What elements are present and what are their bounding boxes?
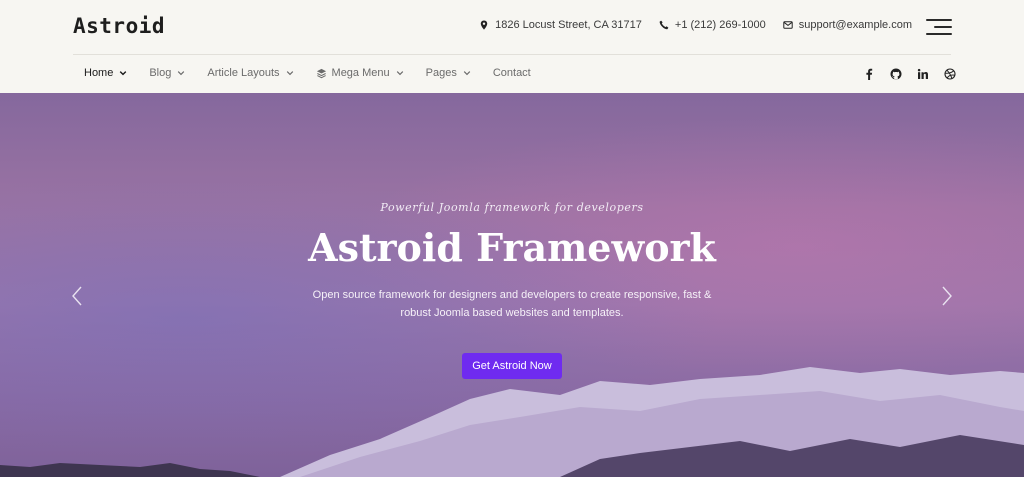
previous-slide-arrow-icon[interactable] bbox=[70, 285, 84, 307]
nav-item-label: Contact bbox=[492, 67, 531, 79]
hero-slider: Powerful Joomla framework for developers… bbox=[0, 93, 1024, 477]
chevron-down-icon bbox=[463, 71, 471, 76]
nav-item-pages[interactable]: Pages bbox=[426, 67, 471, 79]
nav-item-label: Mega Menu bbox=[331, 67, 390, 79]
contact-info: 1826 Locust Street, CA 31717 +1 (212) 26… bbox=[479, 19, 912, 31]
nav-item-home[interactable]: Home bbox=[84, 67, 127, 79]
chevron-down-icon bbox=[178, 71, 185, 76]
email-text[interactable]: support@example.com bbox=[799, 19, 912, 31]
main-navbar: Home Blog Article Layouts Mega Menu Page… bbox=[0, 55, 1024, 93]
linkedin-icon[interactable] bbox=[916, 67, 930, 81]
nav-item-mega-menu[interactable]: Mega Menu bbox=[316, 67, 404, 79]
facebook-icon[interactable] bbox=[862, 67, 876, 81]
email-item[interactable]: support@example.com bbox=[783, 19, 912, 31]
nav-item-article-layouts[interactable]: Article Layouts bbox=[207, 67, 293, 79]
social-links bbox=[862, 67, 957, 81]
address-item: 1826 Locust Street, CA 31717 bbox=[479, 19, 642, 31]
hero-title: Astroid Framework bbox=[308, 225, 716, 270]
top-header: Astroid 1826 Locust Street, CA 31717 +1 … bbox=[0, 0, 1024, 55]
dribbble-icon[interactable] bbox=[943, 67, 957, 81]
nav-item-blog[interactable]: Blog bbox=[149, 67, 185, 79]
nav-item-label: Pages bbox=[425, 67, 457, 79]
github-icon[interactable] bbox=[889, 67, 903, 81]
nav-item-contact[interactable]: Contact bbox=[493, 67, 531, 79]
mountain-landscape-image bbox=[0, 367, 1024, 477]
site-logo[interactable]: Astroid bbox=[73, 14, 165, 38]
map-pin-icon bbox=[480, 20, 488, 30]
address-text: 1826 Locust Street, CA 31717 bbox=[495, 19, 642, 31]
next-slide-arrow-icon[interactable] bbox=[940, 285, 954, 307]
hero-description: Open source framework for designers and … bbox=[312, 289, 712, 319]
phone-item[interactable]: +1 (212) 269-1000 bbox=[659, 19, 766, 31]
nav-item-label: Blog bbox=[149, 67, 172, 79]
nav-item-label: Article Layouts bbox=[207, 67, 280, 79]
hero-tagline: Powerful Joomla framework for developers bbox=[380, 201, 644, 214]
phone-icon bbox=[659, 20, 669, 30]
layers-icon bbox=[316, 68, 326, 78]
chevron-down-icon bbox=[286, 71, 293, 76]
main-menu: Home Blog Article Layouts Mega Menu Page… bbox=[84, 67, 531, 79]
envelope-icon bbox=[783, 21, 793, 29]
nav-item-label: Home bbox=[84, 67, 114, 79]
menu-toggle-icon[interactable] bbox=[926, 18, 952, 36]
chevron-down-icon bbox=[396, 71, 403, 76]
get-astroid-button[interactable]: Get Astroid Now bbox=[462, 353, 562, 379]
phone-text[interactable]: +1 (212) 269-1000 bbox=[675, 19, 766, 31]
chevron-down-icon bbox=[120, 71, 127, 76]
